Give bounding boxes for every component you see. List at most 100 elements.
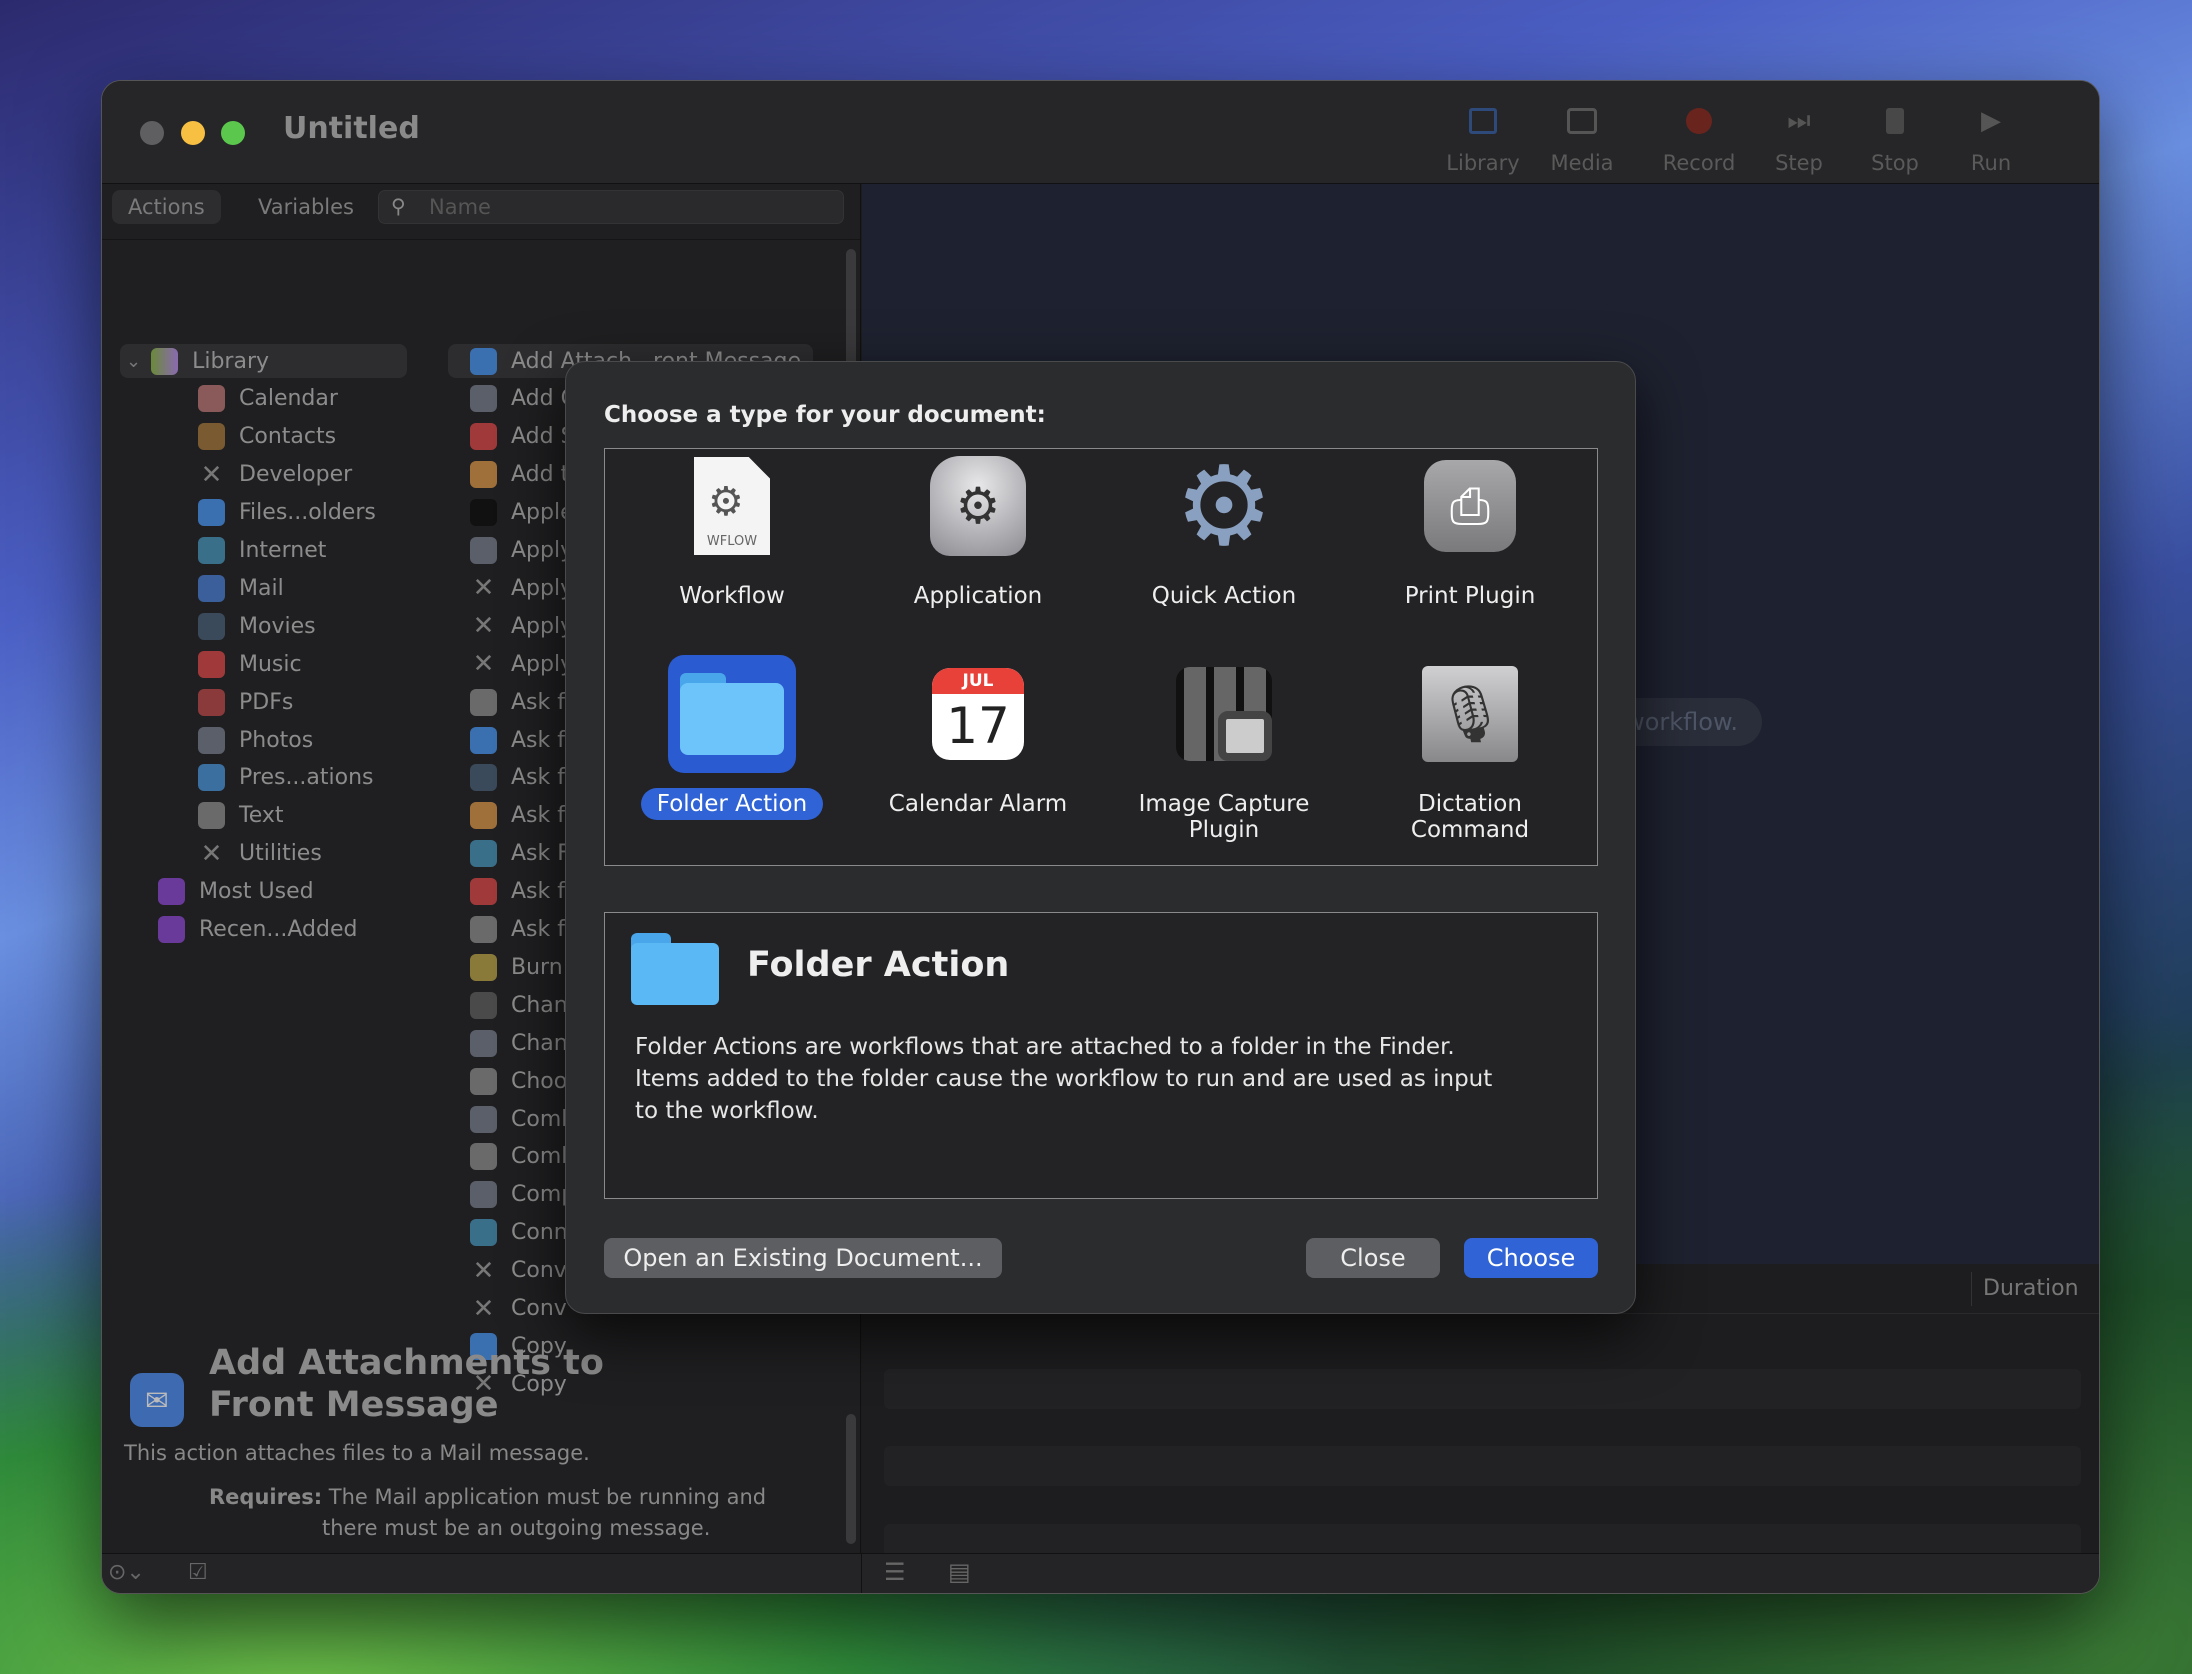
- sidebar-item-photos[interactable]: Photos: [198, 723, 313, 757]
- doc-type-microphone[interactable]: 🎙︎ Dictation Command: [1350, 659, 1590, 843]
- minimize-window-button[interactable]: [181, 121, 205, 145]
- options-menu-icon[interactable]: ⊙⌄: [108, 1560, 145, 1585]
- sidebar-item-library[interactable]: ⌄ Library: [120, 344, 407, 378]
- toolbar-stop-button[interactable]: Stop: [1850, 103, 1940, 175]
- open-existing-document-button[interactable]: Open an Existing Document...: [604, 1238, 1002, 1278]
- sidebar-item-label: Most Used: [199, 879, 314, 905]
- toolbar-library-button[interactable]: Library: [1438, 103, 1528, 175]
- title-bar: Untitled Library Media Record ⏭ Step Stop ▶ Run: [102, 81, 2099, 184]
- doc-type-label: Workflow: [679, 583, 785, 609]
- list-view-icon[interactable]: ☰: [884, 1558, 906, 1586]
- camera-icon: [1104, 659, 1344, 769]
- action-label: Choo: [511, 1068, 568, 1094]
- toolbar-run-button[interactable]: ▶ Run: [1946, 103, 2036, 175]
- action-label: Conv: [511, 1258, 567, 1284]
- sidebar-item-pdfs[interactable]: PDFs: [198, 685, 293, 719]
- sidebar-item-label: Recen...Added: [199, 917, 358, 942]
- sidebar-item-mail[interactable]: Mail: [198, 571, 284, 605]
- sidebar-item-text[interactable]: Text: [198, 799, 284, 833]
- close-button[interactable]: Close: [1306, 1238, 1440, 1278]
- close-window-button[interactable]: [140, 121, 164, 145]
- category-icon: [470, 385, 497, 413]
- toolbar-step-button[interactable]: ⏭ Step: [1754, 103, 1844, 176]
- category-icon: [470, 1029, 497, 1057]
- sidebar-item-label: Photos: [239, 727, 314, 753]
- category-icon: [470, 764, 497, 792]
- category-icon: [470, 802, 497, 830]
- sidebar-smart-group[interactable]: Recen...Added: [158, 913, 357, 947]
- sidebar-item-developer[interactable]: ✕ Developer: [198, 458, 353, 492]
- doc-type-workflow[interactable]: ⚙ WFLOW Workflow: [612, 451, 852, 609]
- description-line: to the workflow.: [635, 1098, 819, 1124]
- action-label: Add t: [511, 462, 570, 488]
- doc-type-automator-robot[interactable]: ⚙ Application: [858, 451, 1098, 609]
- category-icon: [470, 347, 497, 375]
- sidebar-smart-group[interactable]: Most Used: [158, 875, 314, 909]
- chevron-down-icon[interactable]: ⌄: [126, 351, 141, 372]
- search-input[interactable]: ⚲ Name: [378, 190, 844, 224]
- doc-type-label: Folder Action: [640, 788, 824, 820]
- selected-type-title: Folder Action: [747, 945, 1010, 985]
- category-icon: [470, 991, 497, 1019]
- selected-type-description: Folder Actions are workflows that are at…: [635, 1031, 1492, 1127]
- sidebar-item-movies[interactable]: Movies: [198, 609, 316, 643]
- sidebar-item-contacts[interactable]: Contacts: [198, 420, 336, 454]
- tools-icon: ✕: [472, 1255, 495, 1286]
- doc-type-camera[interactable]: Image Capture Plugin: [1104, 659, 1344, 843]
- calendar-day: 17: [946, 697, 1010, 755]
- toolbar-label: Step: [1775, 151, 1823, 175]
- smart-folder-icon: [158, 916, 185, 943]
- choose-button[interactable]: Choose: [1464, 1238, 1598, 1278]
- checkbox-icon[interactable]: ☑: [188, 1560, 208, 1585]
- log-column-duration[interactable]: Duration: [1983, 1276, 2079, 1301]
- toolbar-label: Library: [1446, 151, 1520, 175]
- tab-actions[interactable]: Actions: [112, 190, 221, 224]
- description-line: Folder Actions are workflows that are at…: [635, 1034, 1455, 1060]
- sidebar-item-label: Text: [239, 803, 284, 829]
- tools-icon: ✕: [472, 649, 495, 680]
- sidebar-item-label: Music: [239, 651, 302, 677]
- description-scrollbar[interactable]: [846, 1414, 856, 1544]
- workflow-icon: ⚙ WFLOW: [612, 451, 852, 561]
- doc-type-folder[interactable]: Folder Action: [612, 655, 852, 820]
- action-label: Ask F: [511, 841, 570, 867]
- tab-variables[interactable]: Variables: [242, 190, 370, 224]
- sidebar-item-label: Library: [192, 348, 270, 374]
- description-line: Items added to the folder cause the work…: [635, 1066, 1493, 1092]
- doc-type-calendar[interactable]: JUL 17 Calendar Alarm: [858, 659, 1098, 817]
- action-label: Chan: [511, 1030, 568, 1056]
- category-icon: [470, 1219, 497, 1247]
- action-label: Apply: [511, 538, 574, 563]
- zoom-window-button[interactable]: [221, 121, 245, 145]
- action-title-line2: Front Message: [209, 1385, 499, 1425]
- toolbar-label: Record: [1662, 151, 1736, 175]
- sidebar-item-calendar[interactable]: Calendar: [198, 382, 338, 416]
- action-label: Conv: [511, 1296, 567, 1321]
- sidebar-item-internet[interactable]: Internet: [198, 534, 326, 568]
- category-icon: [198, 499, 225, 527]
- sidebar-item-label: Internet: [239, 538, 327, 563]
- sidebar-item-music[interactable]: Music: [198, 647, 302, 681]
- automator-robot-icon: ⚙: [858, 451, 1098, 561]
- library-icon: [1438, 103, 1528, 139]
- doc-type-printer[interactable]: ⎙ Print Plugin: [1350, 451, 1590, 609]
- category-icon: [198, 764, 225, 792]
- sidebar-item-label: Movies: [239, 613, 316, 639]
- doc-type-gear[interactable]: ⚙ Quick Action: [1104, 451, 1344, 609]
- split-view-icon[interactable]: ▤: [948, 1558, 971, 1586]
- run-icon: ▶: [1981, 106, 2001, 136]
- category-icon: [470, 878, 497, 906]
- category-icon: [470, 1143, 497, 1171]
- record-icon: [1654, 103, 1744, 139]
- toolbar-media-button[interactable]: Media: [1537, 103, 1627, 175]
- requires-text-2: there must be an outgoing message.: [322, 1516, 711, 1540]
- sidebar-item-label: Pres...ations: [239, 765, 374, 791]
- sidebar-item-pres-ations[interactable]: Pres...ations: [198, 761, 374, 795]
- sidebar-item-files-olders[interactable]: Files...olders: [198, 496, 376, 530]
- microphone-icon: 🎙︎: [1350, 659, 1590, 769]
- category-icon: [470, 499, 497, 527]
- folder-icon: [631, 933, 719, 1005]
- sidebar-item-utilities[interactable]: ✕ Utilities: [198, 837, 322, 871]
- toolbar-record-button[interactable]: Record: [1654, 103, 1744, 175]
- doc-type-label: Dictation: [1418, 791, 1522, 817]
